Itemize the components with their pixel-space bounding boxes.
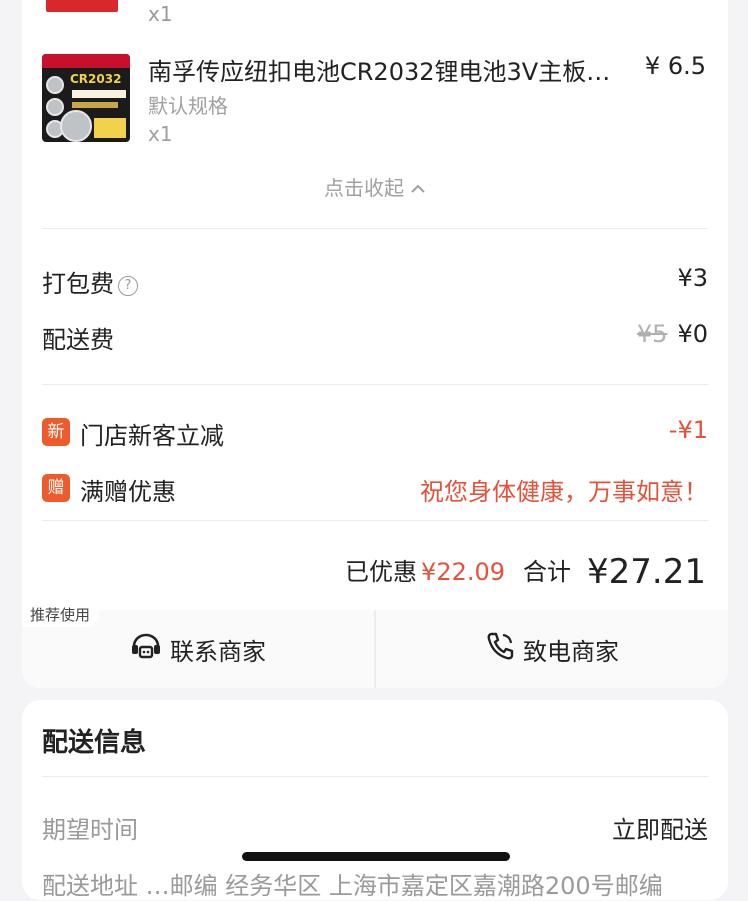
divider [42,520,708,521]
divider [42,776,708,777]
promo-label: 满赠优惠 [80,478,176,506]
home-indicator[interactable] [242,852,510,861]
previous-item-image[interactable] [42,0,128,22]
delivery-fee-value: ¥0 [677,320,708,348]
previous-item-qty: x1 [148,2,173,26]
total-amount: ¥27.21 [587,552,706,592]
help-icon[interactable]: ? [118,276,138,296]
delivery-info-card: 配送信息 期望时间 立即配送 配送地址 …邮编 经务华区 上海市嘉定区嘉潮路20… [22,700,728,900]
call-merchant-label: 致电商家 [523,637,619,666]
saved-amount: ¥22.09 [421,558,506,586]
new-customer-badge: 新 [42,418,70,446]
item-price: ¥ 6.5 [644,52,706,80]
merchant-actions: 联系商家 致电商家 推荐使用 [22,602,728,688]
expected-time-value: 立即配送 [612,816,708,844]
promo-label: 门店新客立减 [80,422,224,450]
delivery-fee-original: ¥5 [636,320,668,348]
order-card: x1 CR2032 南孚传应纽扣电池CR2032锂电池3V主板… ¥ 6.5 默… [22,0,728,688]
promo-value: -¥1 [668,416,708,444]
item-spec: 默认规格 [148,94,228,118]
call-merchant-button[interactable]: 致电商家 [376,610,728,688]
delivery-address-partial: 配送地址 …邮编 经务华区 上海市嘉定区嘉潮路200号邮编 [42,872,663,900]
divider [42,384,708,385]
promo-value: 祝您身体健康，万事如意！ [420,478,708,506]
phone-icon [485,631,523,667]
divider [42,228,708,229]
chevron-up-icon [410,176,426,200]
delivery-info-title: 配送信息 [42,728,147,758]
gift-badge: 赠 [42,474,70,502]
packaging-fee-value: ¥3 [677,264,708,292]
delivery-fee-label: 配送费 [42,326,114,354]
expected-time-label: 期望时间 [42,816,138,844]
collapse-toggle[interactable]: 点击收起 [22,172,728,201]
order-total-row: 已优惠 ¥22.09 合计 ¥27.21 [345,552,706,592]
contact-merchant-label: 联系商家 [170,637,266,666]
chat-icon [130,632,170,666]
item-qty: x1 [148,122,173,146]
item-title[interactable]: 南孚传应纽扣电池CR2032锂电池3V主板… [148,52,648,87]
collapse-label: 点击收起 [324,176,404,200]
item-image[interactable]: CR2032 [42,54,130,142]
total-label: 合计 [523,558,572,586]
saved-label: 已优惠 [345,558,418,586]
packaging-fee-label: 打包费 [42,270,114,298]
recommend-tag: 推荐使用 [22,602,99,627]
